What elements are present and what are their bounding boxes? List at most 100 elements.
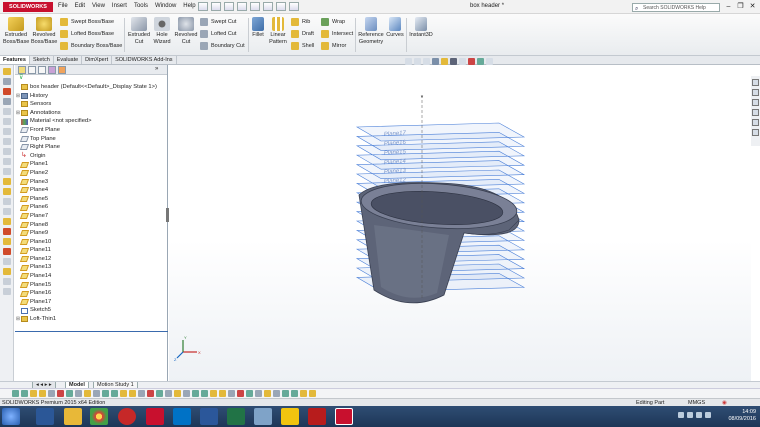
boundary-boss-button[interactable]: Boundary Boss/Base [60,42,122,50]
restore-icon[interactable]: ❐ [735,1,746,12]
sketch-icon[interactable] [2,78,11,85]
tool-icon[interactable] [2,198,11,205]
tool-icon[interactable] [2,218,11,225]
toolbar-icon[interactable] [300,390,307,397]
save-icon[interactable] [224,2,234,11]
tool-icon[interactable] [2,238,11,245]
filter-icon[interactable]: ⊽ [15,75,167,82]
toolbar-icon[interactable] [228,390,235,397]
display-manager-tab-icon[interactable] [58,66,66,74]
menu-file[interactable]: File [58,3,68,9]
opera-icon[interactable] [118,408,136,425]
volume-icon[interactable] [705,412,711,418]
tab-evaluate[interactable]: Evaluate [54,56,83,64]
tree-item-plane[interactable]: Plane3 [15,178,167,187]
toolbar-icon[interactable] [282,390,289,397]
lofted-boss-button[interactable]: Lofted Boss/Base [60,30,114,38]
menu-insert[interactable]: Insert [112,3,127,9]
solidworks-active-icon[interactable] [335,408,353,425]
toolbar-icon[interactable] [174,390,181,397]
toolbar-icon[interactable] [309,390,316,397]
open-file-icon[interactable] [211,2,221,11]
select-icon[interactable] [263,2,273,11]
tree-item-plane[interactable]: Plane7 [15,212,167,221]
tool-icon[interactable] [2,228,11,235]
tree-item-history[interactable]: ⊞ History [15,92,167,101]
tree-item-plane[interactable]: Front Plane [15,126,167,135]
tool-icon[interactable] [2,188,11,195]
dimxpert-manager-tab-icon[interactable] [48,66,56,74]
ie-icon[interactable] [36,408,54,425]
tree-item-sensors[interactable]: Sensors [15,100,167,109]
resources-icon[interactable] [752,79,759,86]
toolbar-icon[interactable] [273,390,280,397]
tree-item-plane[interactable]: Top Plane [15,135,167,144]
linear-pattern-button[interactable]: Linear Pattern [267,17,289,45]
tree-item-plane[interactable]: Plane8 [15,221,167,230]
tool-icon[interactable] [2,268,11,275]
tool-icon[interactable] [2,178,11,185]
toolbar-icon[interactable] [39,390,46,397]
view-orientation-icon[interactable] [441,58,448,65]
toolbar-icon[interactable] [12,390,19,397]
fillet-button[interactable]: Fillet [250,17,266,39]
toolbar-icon[interactable] [210,390,217,397]
toolbar-icon[interactable] [102,390,109,397]
toolbar-icon[interactable] [147,390,154,397]
tree-item-plane[interactable]: Plane17 [15,298,167,307]
menu-window[interactable]: Window [155,3,176,9]
task-icon[interactable] [281,408,299,425]
expand-panel-icon[interactable]: » [155,66,163,74]
display-style-icon[interactable] [450,58,457,65]
tree-item-annotations[interactable]: ⊞ Annotations [15,109,167,118]
extruded-cut-button[interactable]: Extruded Cut [126,17,152,45]
tree-item-plane[interactable]: Plane4 [15,186,167,195]
toolbar-icon[interactable] [192,390,199,397]
toolbar-icon[interactable] [111,390,118,397]
tool-icon[interactable] [2,108,11,115]
tool-icon[interactable] [2,278,11,285]
scene-icon[interactable] [477,58,484,65]
rib-button[interactable]: Rib [291,18,310,26]
tool-icon[interactable] [2,98,11,105]
toolbar-icon[interactable] [75,390,82,397]
tool-icon[interactable] [2,248,11,255]
curves-button[interactable]: Curves [385,17,405,39]
previous-view-icon[interactable] [423,58,430,65]
tray-icon[interactable] [687,412,693,418]
tree-item-plane[interactable]: Plane13 [15,263,167,272]
explorer-icon[interactable] [64,408,82,425]
custom-properties-icon[interactable] [752,129,759,136]
toolbar-icon[interactable] [129,390,136,397]
word-icon[interactable] [200,408,218,425]
swept-cut-button[interactable]: Swept Cut [200,18,236,26]
toolbar-icon[interactable] [84,390,91,397]
excel-icon[interactable] [227,408,245,425]
tab-dimxpert[interactable]: DimXpert [82,56,113,64]
toolbar-icon[interactable] [237,390,244,397]
tree-item-plane[interactable]: Plane10 [15,238,167,247]
view-palette-icon[interactable] [752,109,759,116]
file-explorer-icon[interactable] [752,99,759,106]
toolbar-icon[interactable] [183,390,190,397]
toolbar-icon[interactable] [264,390,271,397]
tree-item-plane[interactable]: Plane11 [15,246,167,255]
toolbar-icon[interactable] [93,390,100,397]
tree-item-plane[interactable]: Plane9 [15,229,167,238]
rollback-bar[interactable] [15,331,168,332]
rebuild-icon[interactable] [276,2,286,11]
swept-boss-button[interactable]: Swept Boss/Base [60,18,114,26]
minimize-icon[interactable]: – [723,1,734,12]
start-button-icon[interactable] [2,408,20,425]
instant3d-button[interactable]: Instant3D [408,17,434,39]
options-icon[interactable] [289,2,299,11]
menu-tools[interactable]: Tools [134,3,148,9]
revolved-cut-button[interactable]: Revolved Cut [173,17,199,45]
tree-item-plane[interactable]: Right Plane [15,143,167,152]
tool-icon[interactable] [2,158,11,165]
tray-icon[interactable] [678,412,684,418]
menu-help[interactable]: Help [183,3,195,9]
hole-wizard-button[interactable]: Hole Wizard [151,17,173,45]
property-manager-tab-icon[interactable] [28,66,36,74]
tree-item-plane[interactable]: Plane2 [15,169,167,178]
